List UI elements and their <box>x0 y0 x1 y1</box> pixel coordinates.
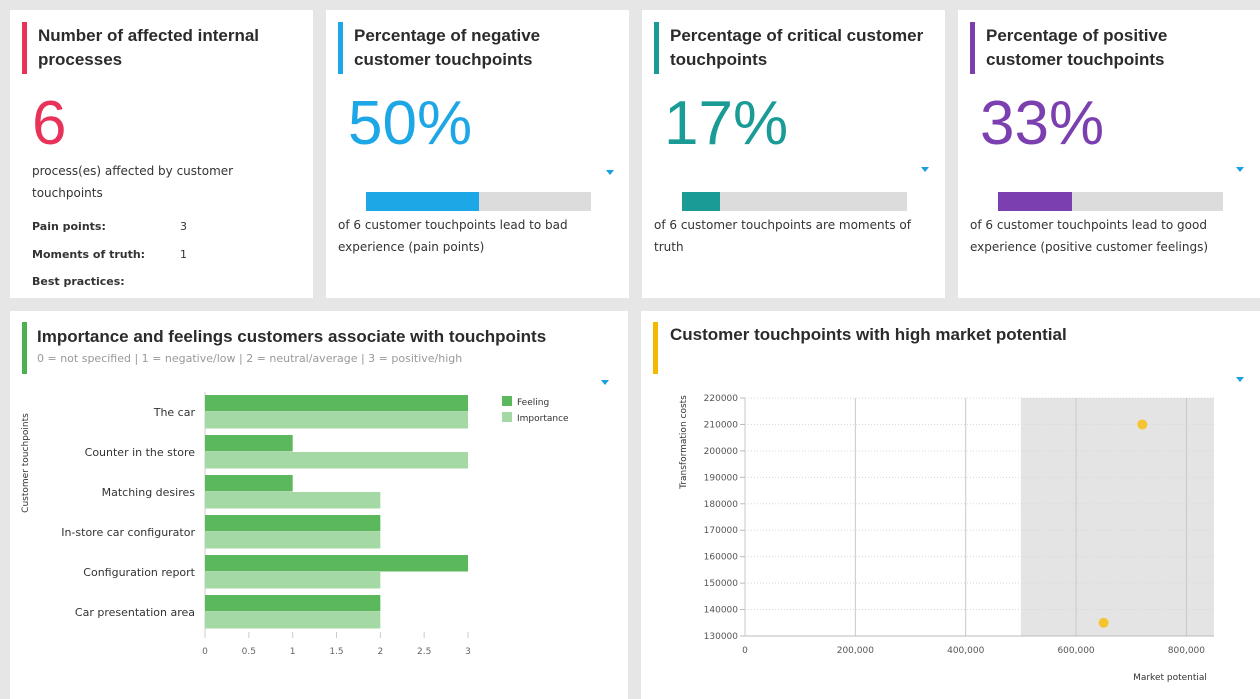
accent-bar <box>22 22 27 74</box>
kpi-card-negative-touchpoints: Percentage of negative customer touchpoi… <box>326 10 629 298</box>
bar-feeling <box>205 595 381 612</box>
legend-swatch-importance <box>502 412 512 422</box>
y-tick-label: 180000 <box>704 500 739 510</box>
category-label: Car presentation area <box>75 606 195 619</box>
accent-bar <box>653 322 658 374</box>
kpi-value: 50% <box>348 89 473 158</box>
panel-title: Customer touchpoints with high market po… <box>670 325 1067 344</box>
pain-points-value: 3 <box>180 220 187 233</box>
accent-bar <box>970 22 975 74</box>
legend-swatch-feeling <box>502 396 512 406</box>
y-axis-title: Customer touchpoints <box>21 413 31 513</box>
y-tick-label: 130000 <box>704 632 739 642</box>
kpi-card-critical-touchpoints: Percentage of critical customer touchpoi… <box>642 10 945 298</box>
y-tick-label: 210000 <box>704 420 739 430</box>
bar-importance <box>205 452 468 469</box>
kpi-description: of 6 customer touchpoints lead to good e… <box>970 218 1209 254</box>
accent-bar <box>338 22 343 74</box>
panel-subtitle: 0 = not specified | 1 = negative/low | 2… <box>37 352 463 365</box>
x-tick-label: 2 <box>377 647 383 657</box>
chevron-down-icon[interactable] <box>606 170 614 175</box>
progress-bar <box>366 192 591 211</box>
high-potential-region <box>1020 398 1214 636</box>
x-tick-label: 800,000 <box>1168 646 1205 656</box>
y-tick-label: 170000 <box>704 526 739 536</box>
x-tick-label: 0.5 <box>242 647 256 657</box>
x-tick-label: 200,000 <box>837 646 874 656</box>
y-tick-label: 140000 <box>704 606 739 616</box>
x-tick-label: 0 <box>742 646 748 656</box>
scatter-chart: Transformation costs Market potential 22… <box>679 394 1214 683</box>
bar-feeling <box>205 435 293 452</box>
chevron-down-icon[interactable] <box>921 167 929 172</box>
kpi-card-affected-processes: Number of affected internal processes 6 … <box>10 10 313 298</box>
category-label: Counter in the store <box>85 446 196 459</box>
y-tick-label: 200000 <box>704 447 739 457</box>
kpi-description: of 6 customer touchpoints lead to bad ex… <box>338 218 568 254</box>
progress-bar <box>682 192 907 211</box>
accent-bar <box>22 322 27 374</box>
x-tick-label: 0 <box>202 647 208 657</box>
kpi-card-positive-touchpoints: Percentage of positive customer touchpoi… <box>958 10 1260 298</box>
progress-bar <box>998 192 1223 211</box>
x-tick-label: 1.5 <box>329 647 343 657</box>
y-tick-label: 190000 <box>704 473 739 483</box>
bar-feeling <box>205 555 468 572</box>
bar-importance <box>205 612 381 629</box>
category-label: Configuration report <box>83 566 195 579</box>
chevron-down-icon[interactable] <box>1236 377 1244 382</box>
progress-fill <box>998 192 1073 211</box>
panel-title: Importance and feelings customers associ… <box>37 327 547 346</box>
kpi-value: 17% <box>664 89 789 158</box>
legend-label-importance: Importance <box>517 414 569 424</box>
moments-of-truth-label: Moments of truth: <box>32 248 146 261</box>
progress-fill <box>366 192 479 211</box>
y-tick-label: 220000 <box>704 394 739 404</box>
x-tick-label: 600,000 <box>1057 646 1094 656</box>
bar-feeling <box>205 395 468 412</box>
kpi-value: 6 <box>32 89 67 158</box>
kpi-value: 33% <box>980 89 1105 158</box>
bar-chart: Customer touchpoints The car Counter in t… <box>21 392 569 657</box>
category-label: Matching desires <box>102 486 196 499</box>
card-title: Percentage of critical customer touchpoi… <box>670 26 924 69</box>
bar-importance <box>205 532 381 549</box>
data-point <box>1098 617 1109 628</box>
progress-fill <box>682 192 721 211</box>
card-title: Number of affected internal processes <box>38 26 260 69</box>
y-tick-label: 150000 <box>704 579 739 589</box>
chevron-down-icon[interactable] <box>601 380 609 385</box>
card-title: Percentage of positive customer touchpoi… <box>986 26 1168 69</box>
y-tick-label: 160000 <box>704 553 739 563</box>
x-tick-label: 1 <box>290 647 296 657</box>
accent-bar <box>654 22 659 74</box>
x-tick-label: 2.5 <box>417 647 431 657</box>
pain-points-label: Pain points: <box>32 220 106 233</box>
legend-label-feeling: Feeling <box>517 398 549 408</box>
kpi-description: of 6 customer touchpoints are moments of… <box>654 218 911 254</box>
bar-feeling <box>205 515 381 532</box>
bar-importance <box>205 492 381 509</box>
x-tick-label: 3 <box>465 647 471 657</box>
category-label: In-store car configurator <box>61 526 195 539</box>
best-practices-label: Best practices: <box>32 275 125 288</box>
chevron-down-icon[interactable] <box>1236 167 1244 172</box>
y-axis-title: Transformation costs <box>679 395 689 490</box>
bar-importance <box>205 572 381 589</box>
kpi-description: process(es) affected by customer touchpo… <box>32 164 234 200</box>
x-axis-title: Market potential <box>1133 673 1207 683</box>
category-label: The car <box>153 406 196 419</box>
moments-of-truth-value: 1 <box>180 248 187 261</box>
bar-feeling <box>205 475 293 492</box>
card-title: Percentage of negative customer touchpoi… <box>354 26 541 69</box>
x-tick-label: 400,000 <box>947 646 984 656</box>
bar-importance <box>205 412 468 429</box>
data-point <box>1137 419 1148 430</box>
